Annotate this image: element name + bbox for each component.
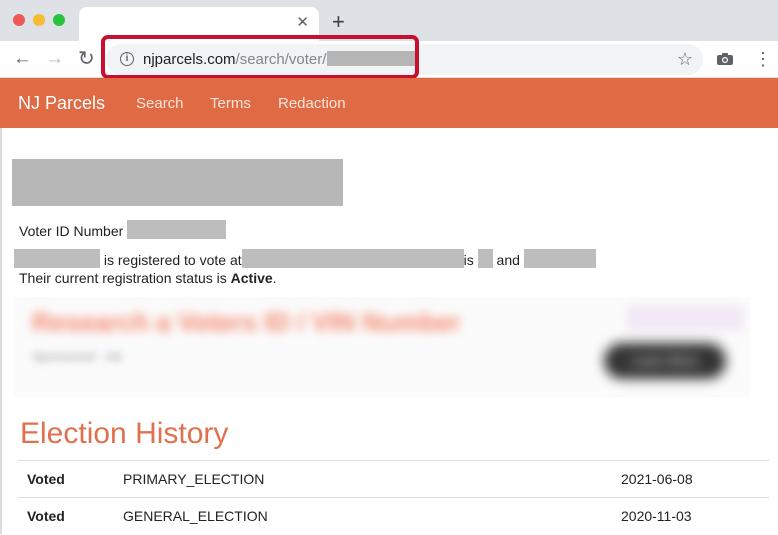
registration-status-line: Their current registration status is Act… [19, 270, 277, 286]
ad-subtext: Sponsored · Ad [32, 349, 122, 364]
voter-id-label: Voter ID Number [19, 223, 124, 239]
voter-id-line: Voter ID Number [19, 220, 227, 239]
content-border [0, 128, 2, 534]
plus-icon[interactable]: + [332, 11, 345, 33]
window-maximize-button[interactable] [53, 14, 65, 26]
age-redaction [477, 249, 493, 268]
table-row: Voted GENERAL_ELECTION 2020-11-03 [18, 497, 769, 535]
site-navbar: NJ Parcels Search Terms Redaction [0, 78, 778, 128]
forward-icon[interactable]: → [45, 49, 64, 69]
party-redaction [523, 249, 596, 268]
voter-name-redaction [12, 159, 343, 206]
ad-badge [626, 305, 744, 331]
back-icon[interactable]: ← [13, 49, 32, 69]
menu-icon[interactable]: ⋮ [754, 50, 772, 68]
address-redaction [241, 249, 464, 268]
ad-cta-button[interactable]: Learn More [604, 343, 726, 379]
election-type: GENERAL_ELECTION [123, 497, 621, 535]
name-redaction [14, 249, 100, 268]
window-minimize-button[interactable] [33, 14, 45, 26]
status-value: Active [230, 270, 273, 286]
election-date: 2020-11-03 [621, 497, 769, 535]
is-text: is [463, 252, 474, 268]
star-icon[interactable]: ☆ [677, 49, 693, 70]
vote-status: Voted [18, 460, 123, 498]
voter-id-redaction [127, 220, 227, 239]
blurred-advertisement[interactable]: Research a Voters ID / VIN Number Sponso… [14, 297, 750, 397]
vote-status: Voted [18, 497, 123, 535]
election-history-table: Voted PRIMARY_ELECTION 2021-06-08 Voted … [18, 460, 769, 535]
status-prefix: Their current registration status is [19, 270, 227, 286]
table-row: Voted PRIMARY_ELECTION 2021-06-08 [18, 460, 769, 498]
nav-redaction-link[interactable]: Redaction [278, 95, 346, 112]
election-history-title: Election History [20, 417, 229, 450]
and-text: and [496, 252, 520, 268]
url-highlight-box [101, 35, 419, 79]
registered-text: is registered to vote at [103, 252, 242, 268]
ad-headline[interactable]: Research a Voters ID / VIN Number [32, 307, 461, 338]
window-close-button[interactable] [13, 14, 25, 26]
close-icon[interactable]: ✕ [296, 15, 309, 31]
reload-icon[interactable]: ↻ [78, 49, 95, 69]
status-suffix: . [272, 270, 277, 286]
election-type: PRIMARY_ELECTION [123, 460, 621, 498]
nav-terms-link[interactable]: Terms [210, 95, 251, 112]
registration-line: is registered to vote at is and [14, 249, 596, 268]
site-brand[interactable]: NJ Parcels [18, 93, 105, 114]
camera-icon[interactable] [716, 52, 734, 66]
nav-search-link[interactable]: Search [136, 95, 184, 112]
election-date: 2021-06-08 [621, 460, 769, 498]
